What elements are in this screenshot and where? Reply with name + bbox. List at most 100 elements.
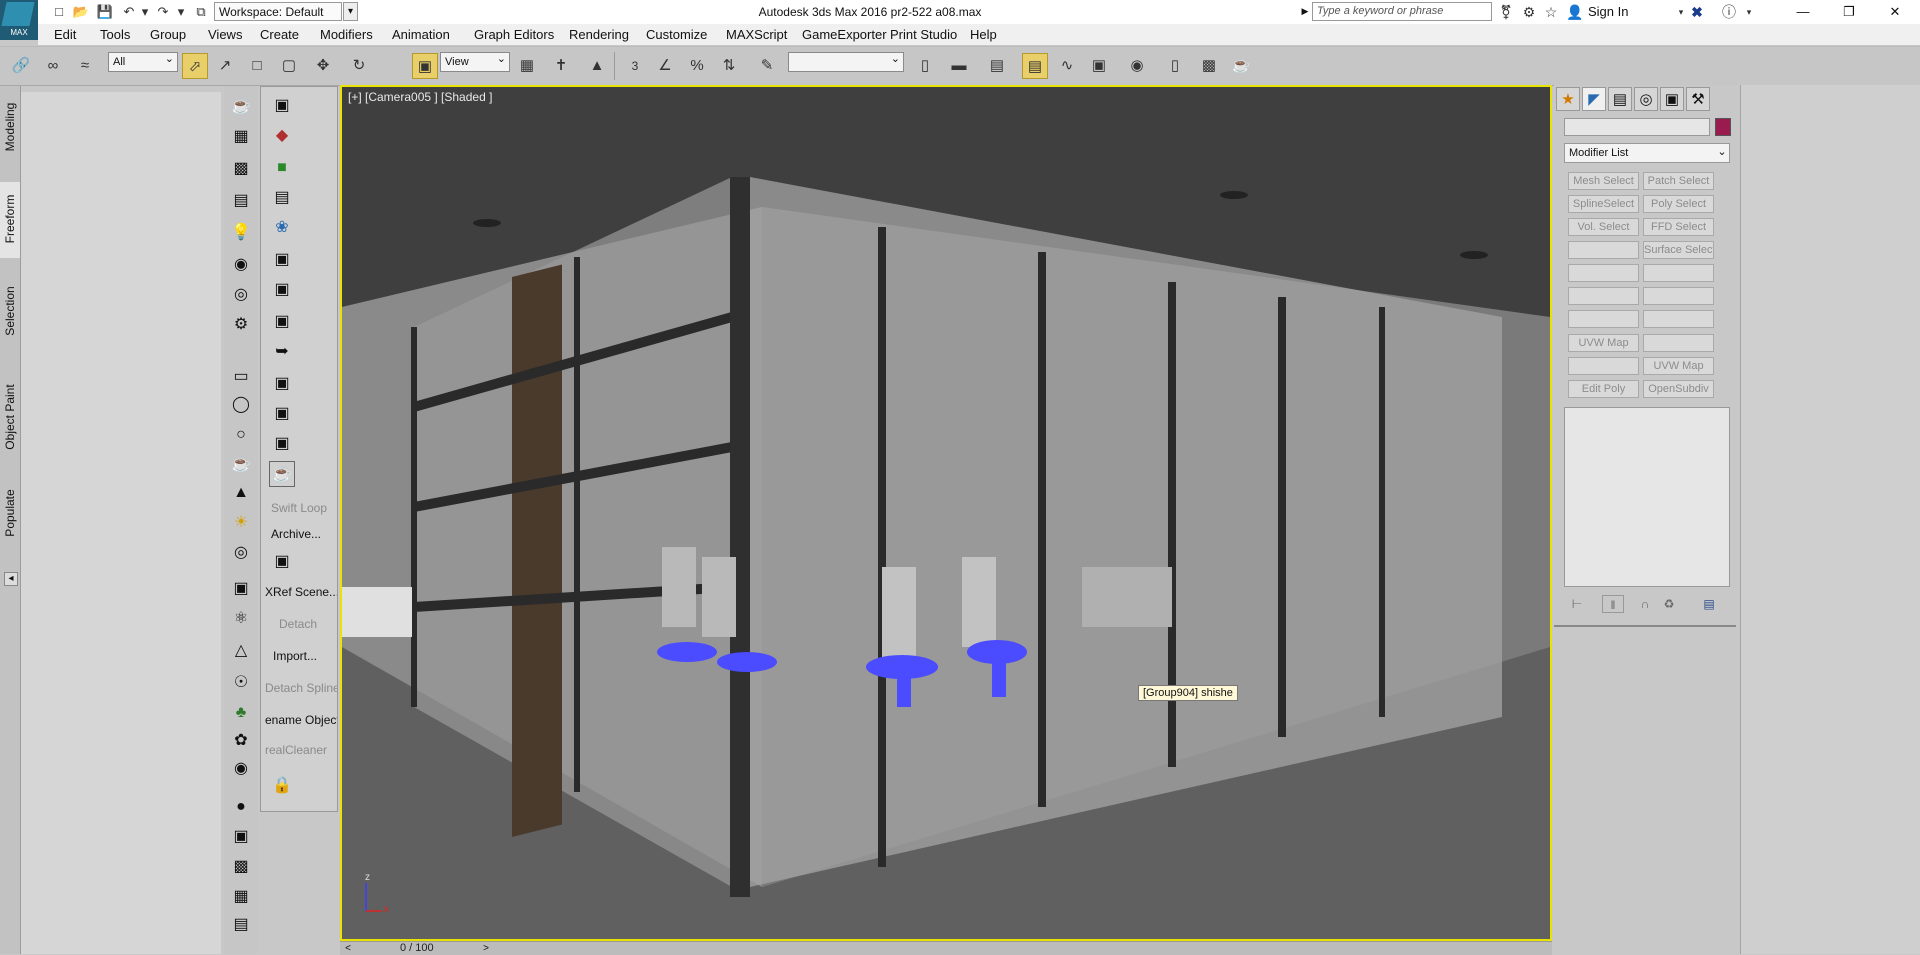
workspace-arrow-icon[interactable]: ▾	[343, 2, 358, 21]
window-crossing-icon[interactable]: ▢	[276, 53, 302, 79]
render-teapot-icon[interactable]: ⚙	[228, 312, 254, 338]
show-end-result-icon[interactable]: ‖	[1602, 595, 1624, 613]
modifier-slot-12[interactable]	[1643, 287, 1714, 305]
calculator-icon[interactable]: ▩	[228, 156, 254, 182]
menu-group[interactable]: Group	[150, 24, 186, 45]
modifier-slot-16[interactable]	[1643, 334, 1714, 352]
circle-icon[interactable]: ○	[228, 422, 254, 448]
time-prev-icon[interactable]: <	[342, 942, 354, 955]
menu-rendering[interactable]: Rendering	[569, 24, 629, 45]
scene-explorer-icon[interactable]: ▤	[1022, 53, 1048, 79]
edit-named-selection-icon[interactable]: ✎	[754, 53, 780, 79]
menu-help[interactable]: Help	[970, 24, 997, 45]
make-unique-icon[interactable]: ∩	[1634, 595, 1656, 613]
gem-icon[interactable]: ◆	[269, 123, 295, 149]
schematic-view-icon[interactable]: ▣	[1086, 53, 1112, 79]
workspace-dropdown[interactable]: Workspace: Default	[214, 2, 342, 21]
object-name-field[interactable]	[1564, 118, 1710, 136]
spline-select-button[interactable]: SplineSelect	[1568, 195, 1639, 213]
triangle-pyramid-icon[interactable]: △	[228, 638, 254, 664]
selection-filter-dropdown[interactable]: All	[108, 50, 178, 72]
cube-edit-icon[interactable]: ▣	[269, 371, 295, 397]
display-tab-icon[interactable]: ▣	[1660, 87, 1684, 111]
modifier-slot-17[interactable]	[1568, 357, 1639, 375]
named-selection-dropdown[interactable]	[788, 50, 904, 72]
motion-tab-icon[interactable]: ◎	[1634, 87, 1658, 111]
help-icon[interactable]: ⓘ	[1720, 3, 1738, 21]
torus-icon[interactable]: ◎	[228, 540, 254, 566]
binoculars-icon[interactable]: ⚧	[1497, 3, 1515, 21]
select-move-icon[interactable]: ✥	[310, 53, 336, 79]
mirror-icon[interactable]: ▯	[912, 53, 938, 79]
help-dropdown-icon[interactable]: ▾	[1740, 3, 1758, 21]
green-object-icon[interactable]: ■	[269, 155, 295, 181]
real-cleaner-button[interactable]: realCleaner	[265, 739, 337, 761]
archive-button[interactable]: Archive...	[271, 523, 343, 545]
menu-edit[interactable]: Edit	[54, 24, 76, 45]
menu-views[interactable]: Views	[208, 24, 242, 45]
scatter-icon[interactable]: ❀	[269, 215, 295, 241]
object-color-swatch[interactable]	[1715, 118, 1731, 136]
rename-objects-button[interactable]: ename Objects	[265, 709, 337, 731]
restore-icon[interactable]: ❐	[1826, 0, 1872, 24]
percent-snap-icon[interactable]: %	[684, 53, 710, 79]
modifier-slot-14[interactable]	[1643, 310, 1714, 328]
search-expand-icon[interactable]: ▶	[1299, 2, 1311, 21]
undo-dropdown-icon[interactable]: ▾	[136, 3, 154, 21]
uvw-map-button-2[interactable]: UVW Map	[1643, 357, 1714, 375]
user-icon[interactable]: 👤	[1566, 3, 1584, 21]
exchange-apps-icon[interactable]: ✖	[1688, 3, 1706, 21]
project-folder-icon[interactable]: ⧉	[192, 3, 210, 21]
select-scale-icon[interactable]: ▣	[412, 53, 438, 79]
pivot-center-icon[interactable]: ▦	[514, 53, 540, 79]
modifier-slot-10[interactable]	[1643, 264, 1714, 282]
menu-modifiers[interactable]: Modifiers	[320, 24, 373, 45]
menu-customize[interactable]: Customize	[646, 24, 707, 45]
material-editor-icon[interactable]: ◉	[1124, 53, 1150, 79]
minimize-icon[interactable]: —	[1780, 0, 1826, 24]
hierarchy-tab-icon[interactable]: ▤	[1608, 87, 1632, 111]
render-production-icon[interactable]: ☕	[1228, 53, 1254, 79]
sign-in-button[interactable]: Sign In	[1588, 2, 1678, 22]
modifier-slot-11[interactable]	[1568, 287, 1639, 305]
time-slider[interactable]: < 0 / 100 >	[340, 941, 1552, 955]
utilities-tab-icon[interactable]: ⚒	[1686, 87, 1710, 111]
xref-icon[interactable]: ▣	[228, 576, 254, 602]
teapot-icon[interactable]: ☕	[228, 94, 254, 120]
bind-space-warp-icon[interactable]: ≈	[72, 53, 98, 79]
grid-icon[interactable]: ▤	[228, 912, 254, 938]
select-object-icon[interactable]: ⬀	[182, 53, 208, 79]
mesh-select-button[interactable]: Mesh Select	[1568, 172, 1639, 190]
material-pot-icon[interactable]: ☕	[228, 452, 254, 478]
tab-modeling[interactable]: Modeling	[0, 90, 20, 166]
modifier-stack-list[interactable]	[1564, 407, 1730, 587]
modifier-slot-13[interactable]	[1568, 310, 1639, 328]
camera-viewport[interactable]: [+] [Camera005 ] [Shaded ] [Group904] sh…	[340, 85, 1552, 941]
angle-snap-icon[interactable]: ∠	[652, 53, 678, 79]
globe-icon[interactable]: ☉	[228, 670, 254, 696]
patch-select-button[interactable]: Patch Select	[1643, 172, 1714, 190]
ribbon-expand-icon[interactable]: ◂	[4, 572, 18, 586]
favorites-star-icon[interactable]: ☆	[1542, 3, 1560, 21]
xref-scene-button[interactable]: XRef Scene...	[265, 581, 337, 603]
modifier-slot-7[interactable]	[1568, 241, 1639, 259]
configure-modifier-sets-icon[interactable]: ▤	[1698, 595, 1720, 613]
sphere-gradient-icon[interactable]: ◉	[228, 756, 254, 782]
modifier-list-dropdown[interactable]: Modifier List	[1564, 143, 1730, 163]
modify-tab-icon[interactable]: ◤	[1582, 87, 1606, 111]
plant-icon[interactable]: ♣	[228, 700, 254, 726]
cage-icon[interactable]: ▣	[269, 277, 295, 303]
detach-spline-button[interactable]: Detach Spline	[265, 677, 337, 699]
create-tab-icon[interactable]: ★	[1556, 87, 1580, 111]
reference-coordinate-dropdown[interactable]: View	[440, 50, 510, 72]
select-and-link-icon[interactable]: 🔗	[8, 53, 34, 79]
app-logo-button[interactable]: MAX	[0, 0, 38, 40]
cone-icon[interactable]: ▲	[228, 480, 254, 506]
dialog-list-icon[interactable]: ▤	[228, 188, 254, 214]
box-render-icon[interactable]: ▣	[228, 824, 254, 850]
modifier-list-arrow-icon[interactable]: ⌄	[1714, 143, 1730, 163]
unlink-icon[interactable]: ∞	[40, 53, 66, 79]
cube-grey-icon[interactable]: ▣	[269, 247, 295, 273]
communication-center-icon[interactable]: ⚙	[1520, 3, 1538, 21]
modifier-slot-9[interactable]	[1568, 264, 1639, 282]
